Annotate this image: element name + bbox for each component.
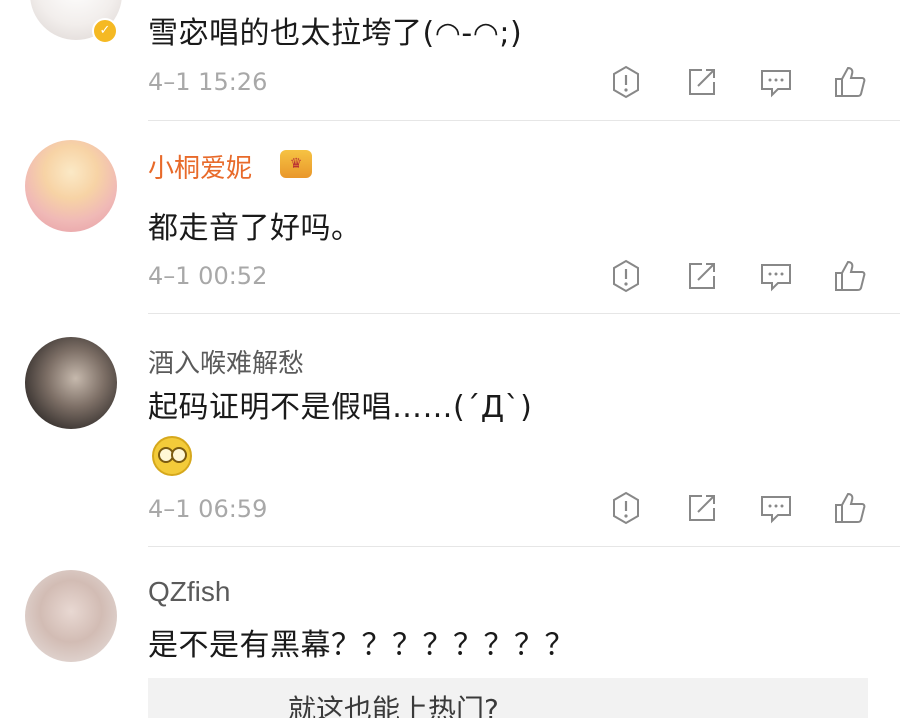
like-icon[interactable] (832, 258, 868, 294)
comment-time: 4–1 06:59 (148, 495, 268, 523)
report-icon[interactable] (608, 258, 644, 294)
repost-icon[interactable] (684, 258, 720, 294)
comment-time: 4–1 00:52 (148, 262, 268, 290)
report-icon[interactable] (608, 64, 644, 100)
avatar[interactable] (25, 570, 117, 662)
reply-preview[interactable]: 就这也能上热门? (148, 678, 868, 718)
comment-text: 都走音了好吗。 (148, 211, 362, 246)
like-icon[interactable] (832, 64, 868, 100)
comment-text: 是不是有黑幕？？？？？？？？ (148, 628, 575, 663)
sticker-emoji-icon (152, 436, 192, 476)
verified-badge-icon: ✓ (92, 18, 118, 44)
comment-text: 雪宓唱的也太拉垮了(◠-◠;) (148, 16, 523, 51)
comment-actions (608, 64, 870, 104)
divider (148, 313, 900, 314)
crown-icon: ♛ (280, 150, 312, 178)
comment-icon[interactable] (758, 64, 794, 100)
divider (148, 120, 900, 121)
comment-text: 起码证明不是假唱……(´Д`) (148, 390, 533, 425)
comment-icon[interactable] (758, 258, 794, 294)
comment-actions (608, 490, 870, 530)
divider (148, 546, 900, 547)
report-icon[interactable] (608, 490, 644, 526)
comment-username[interactable]: 酒入喉难解愁 (148, 343, 304, 380)
reply-preview-text: 就这也能上热门? (288, 693, 499, 718)
like-icon[interactable] (832, 490, 868, 526)
comment-time: 4–1 15:26 (148, 68, 268, 96)
avatar[interactable] (25, 337, 117, 429)
avatar[interactable] (25, 140, 117, 232)
comment-username[interactable]: 小桐爱妮 (148, 148, 252, 185)
repost-icon[interactable] (684, 64, 720, 100)
repost-icon[interactable] (684, 490, 720, 526)
comment-icon[interactable] (758, 490, 794, 526)
comment-actions (608, 258, 870, 298)
comment-username[interactable]: QZfish (148, 576, 230, 608)
